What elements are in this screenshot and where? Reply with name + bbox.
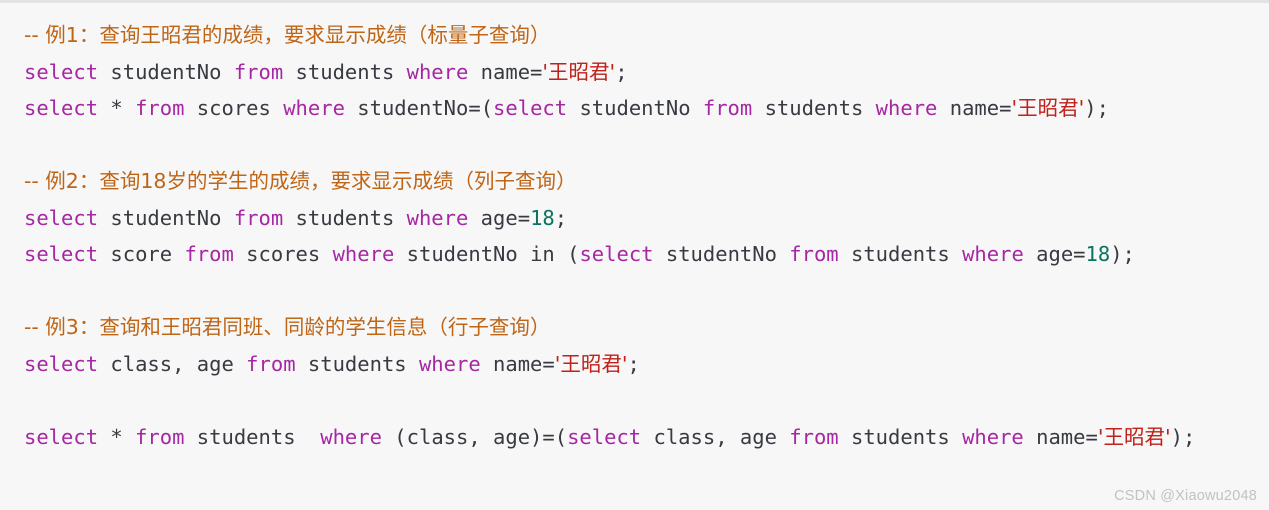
token-plain: students	[283, 205, 407, 230]
code-line: select studentNo from students where age…	[24, 200, 1249, 237]
code-snippet-screenshot: -- 例1：查询王昭君的成绩，要求显示成绩（标量子查询） select stude…	[0, 0, 1269, 510]
token-keyword: where	[962, 424, 1024, 449]
token-string: '王昭君'	[1097, 424, 1171, 449]
code-line: select * from scores where studentNo=(se…	[24, 90, 1249, 127]
token-keyword: where	[406, 59, 469, 84]
token-plain: scores	[184, 96, 284, 120]
token-keyword: where	[332, 242, 395, 266]
token-plain: *	[98, 424, 136, 449]
code-line: -- 例3：查询和王昭君同班、同龄的学生信息（行子查询）	[24, 309, 1249, 346]
token-plain: name=	[937, 96, 1012, 120]
token-comment: -- 例2：查询18岁的学生的成绩，要求显示成绩（列子查询）	[24, 169, 577, 193]
token-punct: );	[1084, 96, 1109, 120]
token-punct: ;	[627, 351, 640, 376]
token-keyword: select	[24, 242, 99, 266]
token-keyword: select	[24, 59, 99, 84]
token-plain: name=	[480, 351, 555, 376]
token-plain: studentNo	[98, 205, 234, 230]
token-comment: -- 例1：查询王昭君的成绩，要求显示成绩（标量子查询）	[24, 23, 551, 47]
token-keyword: from	[233, 59, 284, 84]
token-plain: class, age	[98, 351, 247, 376]
token-plain: studentNo	[567, 96, 703, 120]
token-plain: *	[98, 96, 136, 120]
token-plain: age=	[468, 205, 531, 230]
token-keyword: select	[493, 96, 568, 120]
token-punct: ;	[615, 59, 628, 84]
token-plain: students	[838, 242, 963, 266]
token-keyword: from	[702, 96, 753, 120]
token-keyword: where	[962, 242, 1024, 266]
token-plain: students	[184, 424, 321, 449]
token-plain: students	[283, 59, 407, 84]
code-line: -- 例1：查询王昭君的成绩，要求显示成绩（标量子查询）	[24, 17, 1249, 54]
token-string: '王昭君'	[554, 351, 628, 376]
token-keyword: where	[418, 351, 481, 376]
token-keyword: select	[579, 242, 654, 266]
token-plain: name=	[468, 59, 543, 84]
code-line: select * from students where (class, age…	[24, 419, 1249, 456]
token-keyword: select	[24, 205, 99, 230]
token-keyword: where	[283, 96, 345, 120]
token-number: 18	[1085, 242, 1111, 266]
token-plain: students	[838, 424, 963, 449]
token-keyword: where	[406, 205, 469, 230]
token-plain: scores	[233, 242, 333, 266]
token-keyword: from	[184, 242, 234, 266]
token-keyword: from	[789, 242, 839, 266]
token-keyword: where	[875, 96, 938, 120]
token-plain: score	[98, 242, 185, 266]
token-string: '王昭君'	[542, 59, 616, 84]
sql-code-block[interactable]: -- 例1：查询王昭君的成绩，要求显示成绩（标量子查询） select stude…	[0, 17, 1269, 455]
token-keyword: from	[135, 96, 185, 120]
token-keyword: from	[233, 205, 284, 230]
token-plain: students	[752, 96, 876, 120]
token-plain: studentNo in (	[394, 242, 580, 266]
token-keyword: from	[246, 351, 296, 376]
code-line: select studentNo from students where nam…	[24, 54, 1249, 91]
token-keyword: select	[24, 424, 99, 449]
token-plain: studentNo	[653, 242, 790, 266]
token-plain: students	[295, 351, 419, 376]
token-keyword: where	[320, 424, 382, 449]
token-plain: age=	[1023, 242, 1086, 266]
token-number: 18	[530, 205, 555, 230]
token-punct: );	[1110, 242, 1135, 266]
code-line: select class, age from students where na…	[24, 346, 1249, 383]
csdn-watermark: CSDN @Xiaowu2048	[1114, 488, 1257, 504]
token-string: '王昭君'	[1011, 96, 1085, 120]
token-punct: ;	[554, 205, 568, 230]
token-keyword: select	[567, 424, 642, 449]
token-plain: (class, age)=(	[381, 424, 568, 449]
token-comment: -- 例3：查询和王昭君同班、同龄的学生信息（行子查询）	[24, 315, 551, 339]
token-plain: studentNo	[98, 59, 234, 84]
token-keyword: select	[24, 351, 99, 376]
code-line: -- 例2：查询18岁的学生的成绩，要求显示成绩（列子查询）	[24, 163, 1249, 200]
token-punct: );	[1170, 424, 1196, 449]
token-keyword: from	[135, 424, 185, 449]
token-plain: studentNo=(	[344, 96, 494, 120]
token-keyword: select	[24, 96, 99, 120]
code-line: select score from scores where studentNo…	[24, 236, 1249, 273]
token-plain: class, age	[641, 424, 790, 449]
token-plain: name=	[1023, 424, 1098, 449]
token-keyword: from	[789, 424, 839, 449]
